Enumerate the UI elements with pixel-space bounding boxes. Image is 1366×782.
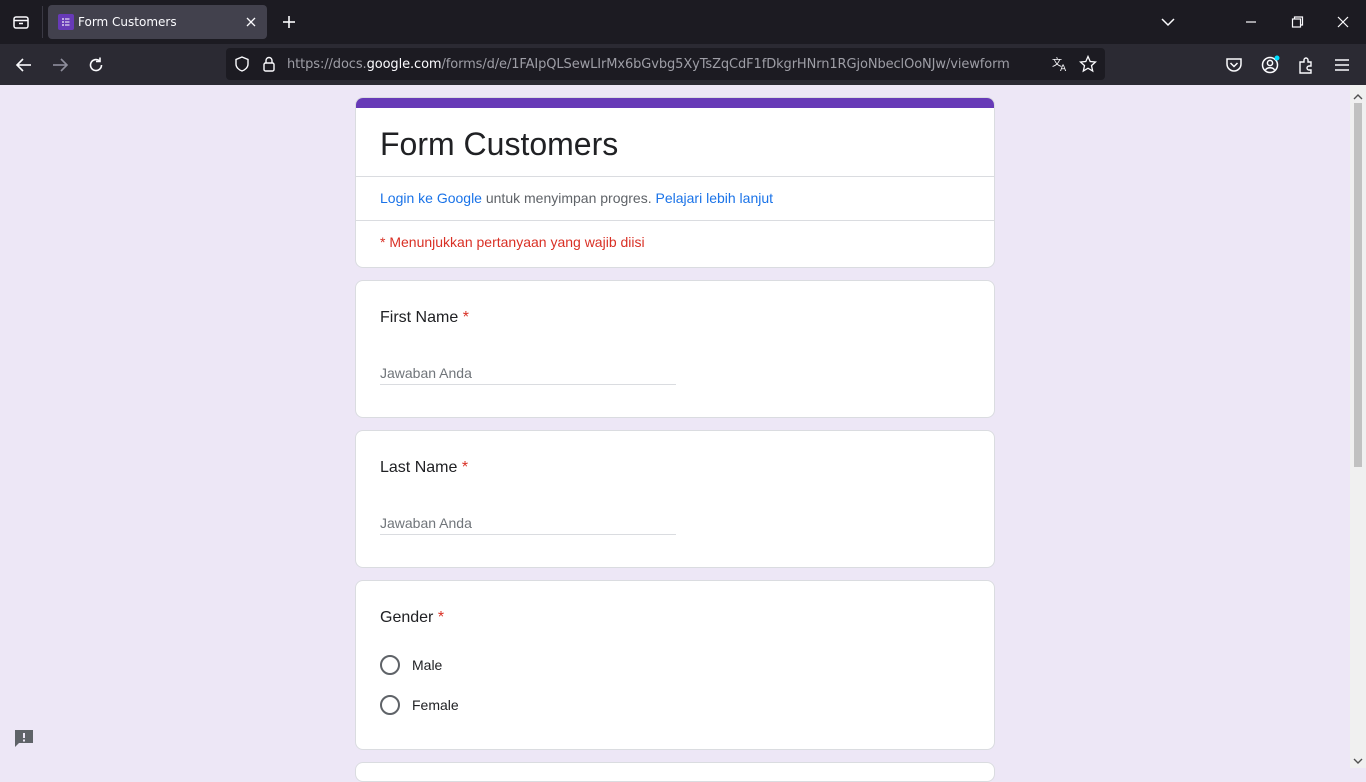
question-title: Last Name * — [380, 459, 468, 477]
pocket-icon[interactable] — [1223, 54, 1245, 76]
url-path: /forms/d/e/1FAIpQLSewLIrMx6bGvbg5XyTsZqC… — [441, 57, 1010, 72]
form-page: Form Customers Login ke Google untuk men… — [0, 85, 1350, 782]
question-label: Last Name — [380, 459, 458, 476]
google-forms-icon — [58, 14, 74, 30]
login-notice: Login ke Google untuk menyimpan progres.… — [380, 190, 773, 206]
report-feedback-icon[interactable] — [13, 728, 35, 748]
extensions-icon[interactable] — [1295, 54, 1317, 76]
address-bar[interactable]: https://docs.google.com/forms/d/e/1FAIpQ… — [226, 48, 1105, 80]
question-title: First Name * — [380, 309, 469, 327]
scroll-thumb[interactable] — [1354, 103, 1362, 467]
first-name-input[interactable] — [380, 361, 676, 385]
url-prefix: https://docs. — [287, 57, 367, 72]
tab-bar: Form Customers — [0, 0, 1366, 44]
url-text[interactable]: https://docs.google.com/forms/d/e/1FAIpQ… — [287, 57, 1010, 72]
close-tab-icon[interactable] — [243, 14, 259, 30]
gender-option-female[interactable]: Female — [380, 695, 459, 715]
option-label: Female — [412, 697, 459, 713]
bookmark-star-icon[interactable] — [1078, 54, 1098, 73]
minimize-icon[interactable] — [1241, 12, 1261, 32]
question-card-gender: Gender * Male Female — [355, 580, 995, 750]
translate-icon[interactable]: 文A — [1051, 55, 1069, 74]
new-tab-icon[interactable] — [278, 11, 300, 33]
shield-icon[interactable] — [233, 55, 251, 73]
list-all-tabs-icon[interactable] — [0, 0, 42, 44]
navigation-toolbar: https://docs.google.com/forms/d/e/1FAIpQ… — [0, 44, 1366, 85]
reload-icon[interactable] — [85, 54, 107, 76]
login-notice-text: untuk menyimpan progres. — [481, 190, 656, 206]
form-title: Form Customers — [380, 126, 619, 162]
radio-button-female[interactable] — [380, 695, 400, 715]
required-note: * Menunjukkan pertanyaan yang wajib diis… — [380, 234, 645, 250]
scroll-up-icon[interactable] — [1353, 89, 1363, 100]
question-card-first-name: First Name * — [355, 280, 995, 418]
gender-option-male[interactable]: Male — [380, 655, 442, 675]
question-label: First Name — [380, 309, 459, 326]
question-title: Gender * — [380, 609, 444, 627]
last-name-input[interactable] — [380, 511, 676, 535]
option-label: Male — [412, 657, 443, 673]
question-card-next — [355, 762, 995, 782]
divider — [356, 176, 994, 177]
url-host: google.com — [366, 57, 442, 72]
header-accent-bar — [356, 98, 994, 108]
forward-arrow-icon[interactable] — [49, 54, 71, 76]
form-header-card: Form Customers Login ke Google untuk men… — [355, 97, 995, 268]
radio-button-male[interactable] — [380, 655, 400, 675]
tab-form-customers[interactable]: Form Customers — [48, 5, 267, 39]
required-asterisk: * — [462, 309, 469, 326]
login-link[interactable]: Login ke Google — [380, 190, 482, 206]
restore-icon[interactable] — [1287, 12, 1307, 32]
tab-separator — [42, 6, 43, 38]
question-label: Gender — [380, 609, 434, 626]
menu-hamburger-icon[interactable] — [1331, 54, 1353, 76]
page-scrollbar[interactable] — [1350, 85, 1366, 768]
required-asterisk: * — [437, 609, 445, 626]
lock-icon[interactable] — [260, 55, 278, 73]
required-asterisk: * — [461, 459, 469, 476]
divider — [356, 220, 994, 221]
question-card-last-name: Last Name * — [355, 430, 995, 568]
back-arrow-icon[interactable] — [13, 54, 35, 76]
tab-title: Form Customers — [78, 15, 177, 29]
scroll-down-icon[interactable] — [1353, 753, 1363, 764]
learn-more-link[interactable]: Pelajari lebih lanjut — [656, 190, 774, 206]
chevron-down-icon[interactable] — [1158, 12, 1178, 32]
svg-text:A: A — [1060, 64, 1067, 73]
account-icon[interactable] — [1259, 54, 1281, 76]
close-window-icon[interactable] — [1333, 12, 1353, 32]
